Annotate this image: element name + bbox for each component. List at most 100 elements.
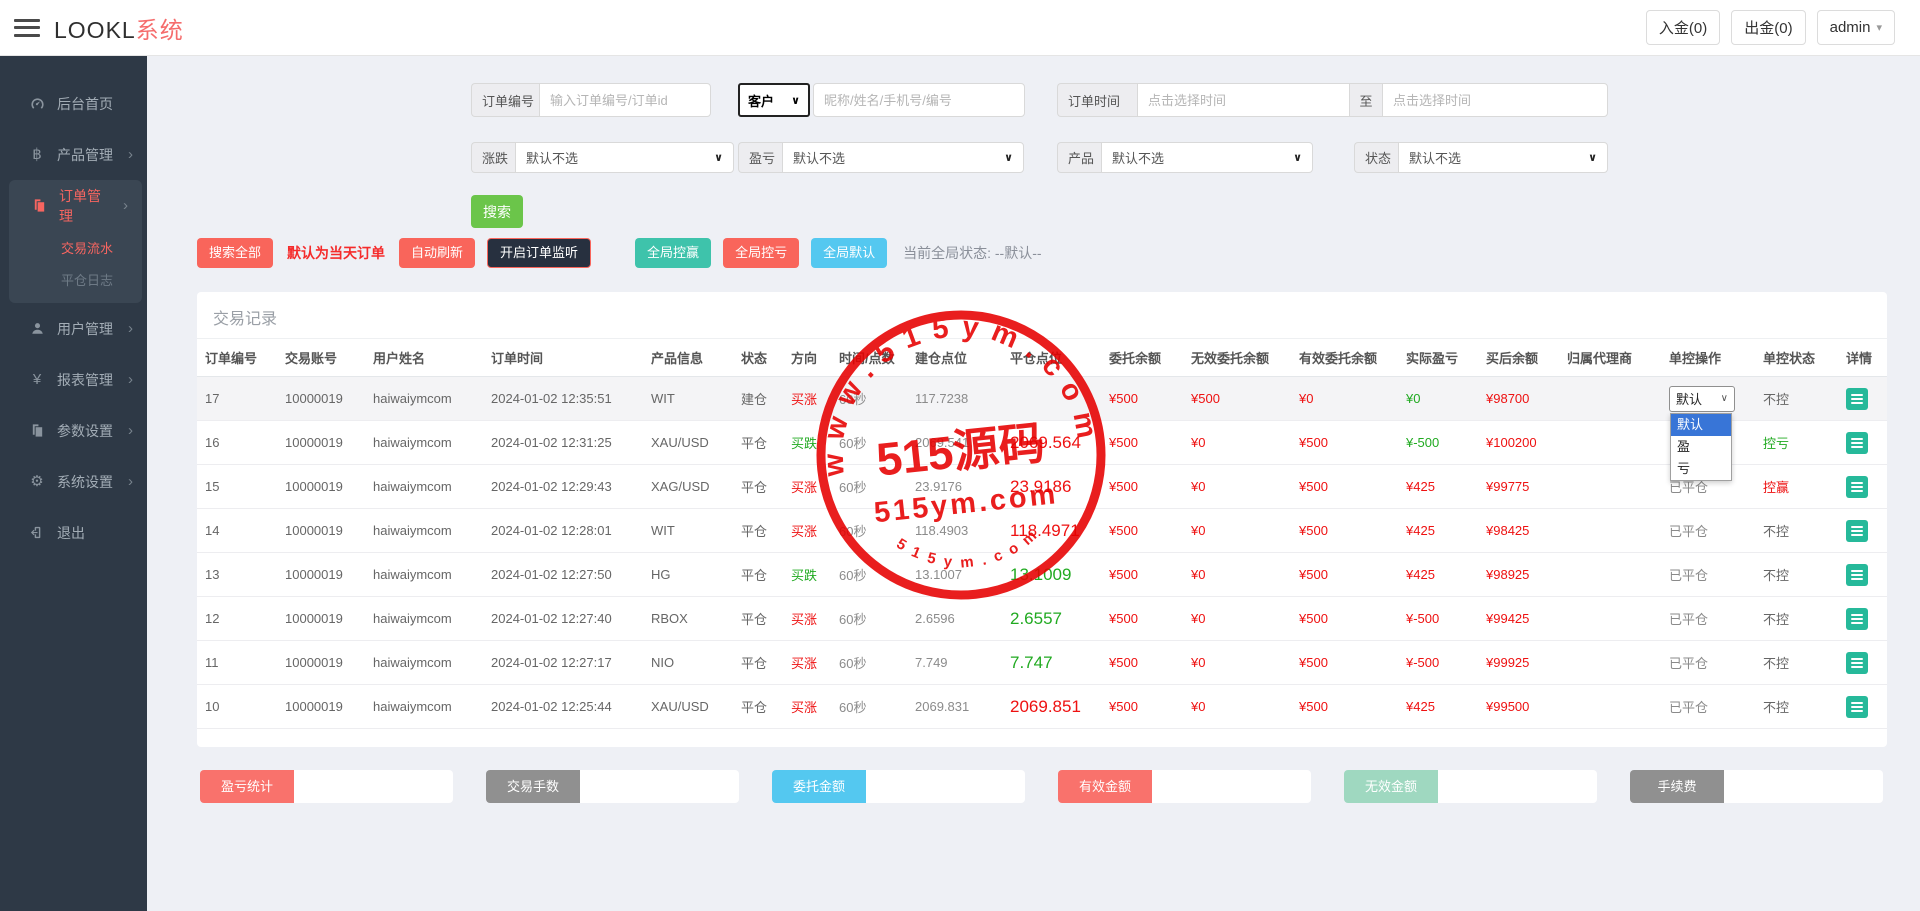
cell-id: 14 [197, 508, 277, 553]
card-title: 交易记录 [213, 311, 278, 328]
stat-value-box-fee [1724, 770, 1883, 803]
cell-detail [1838, 684, 1887, 729]
menu-toggle-icon[interactable] [14, 18, 40, 37]
cell-id: 15 [197, 464, 277, 509]
detail-icon-button[interactable] [1846, 651, 1868, 674]
customer-type-select[interactable]: 客户 ∨ [738, 83, 810, 117]
sidebar-item-logout[interactable]: 退出 [0, 507, 147, 558]
search-button[interactable]: 搜索 [471, 195, 523, 228]
stat-volume: 交易手数 [486, 770, 739, 803]
toolbar-auto-refresh-button[interactable]: 自动刷新 [399, 238, 476, 268]
cell-balance: ¥98425 [1478, 508, 1559, 553]
detail-icon-button[interactable] [1846, 607, 1868, 630]
sidebar-item-order[interactable]: 订单管理 › [9, 180, 142, 231]
control-option[interactable]: 亏 [1671, 458, 1731, 480]
cell-close: 7.747 [1002, 640, 1101, 685]
cell-duration: 60秒 [831, 640, 907, 685]
cell-product: WIT [643, 508, 733, 553]
cell-invalid: ¥0 [1183, 552, 1291, 597]
cell-profit: ¥425 [1398, 464, 1478, 509]
cell-control_state: 不控 [1755, 684, 1838, 729]
cell-close: 2069.851 [1002, 684, 1101, 729]
control-dropdown-menu: 默认盈亏 [1670, 412, 1732, 481]
main-content: 订单编号 客户 ∨ 订单时间 至 涨跌 默认不选 ∨ 盈亏 默认不选 ∨ [147, 56, 1920, 911]
settings-icon: ⚙ [30, 473, 44, 490]
profit-loss-select[interactable]: 默认不选 ∨ [782, 142, 1024, 173]
detail-icon-button[interactable] [1846, 563, 1868, 586]
chevron-right-icon: › [128, 146, 133, 163]
control-select[interactable]: 默认 ∨ [1669, 385, 1735, 412]
detail-icon-button[interactable] [1846, 695, 1868, 718]
detail-icon-button[interactable] [1846, 475, 1868, 498]
status-select[interactable]: 默认不选 ∨ [1398, 142, 1608, 173]
toolbar: 搜索全部 默认为当天订单 自动刷新 开启订单监听 全局控赢 全局控亏 全局默认 当前全局状态… [197, 238, 1042, 268]
customer-input[interactable] [813, 83, 1025, 117]
toolbar-order-listen-button[interactable]: 开启订单监听 [487, 238, 592, 268]
cell-time: 2024-01-02 12:28:01 [483, 508, 643, 553]
product-label: 产品 [1057, 142, 1101, 173]
cell-balance: ¥98925 [1478, 552, 1559, 597]
toolbar-global-win-button[interactable]: 全局控赢 [635, 238, 712, 268]
cell-name: haiwaiymcom [365, 508, 483, 553]
dashboard-icon [28, 96, 46, 111]
column-header: 产品信息 [643, 338, 733, 377]
cell-profit: ¥425 [1398, 508, 1478, 553]
sidebar-item-home[interactable]: 后台首页 [0, 78, 147, 129]
toolbar-today-default-button[interactable]: 默认为当天订单 [285, 238, 387, 268]
cell-status: 平仓 [733, 640, 783, 685]
status-value: 默认不选 [1409, 151, 1462, 166]
toolbar-search-all-button[interactable]: 搜索全部 [197, 238, 274, 268]
detail-icon-button[interactable] [1846, 387, 1868, 410]
sidebar-item-report[interactable]: ¥ 报表管理 › [0, 354, 147, 405]
brand-logo[interactable]: LOOKL系统 [54, 11, 184, 45]
cell-time: 2024-01-02 12:31:25 [483, 420, 643, 465]
sidebar-item-close-log[interactable]: 平仓日志 [9, 263, 142, 295]
control-option[interactable]: 默认 [1671, 413, 1731, 436]
column-header: 实际盈亏 [1398, 338, 1478, 377]
cell-name: haiwaiymcom [365, 684, 483, 729]
cell-status: 平仓 [733, 596, 783, 641]
chevron-down-icon: ∨ [1004, 152, 1013, 164]
cell-agent [1559, 596, 1661, 641]
cell-status: 平仓 [733, 684, 783, 729]
sidebar-item-system[interactable]: ⚙ 系统设置 › [0, 456, 147, 507]
logout-icon [28, 525, 46, 540]
order-no-input[interactable] [539, 83, 711, 117]
cell-direction: 买涨 [783, 508, 831, 553]
cell-agent [1559, 464, 1661, 509]
updown-select[interactable]: 默认不选 ∨ [515, 142, 734, 173]
chevron-down-icon: ∨ [1720, 393, 1728, 404]
column-header: 单控状态 [1755, 338, 1838, 377]
sidebar-item-trade-flow[interactable]: 交易流水 [9, 231, 142, 263]
sidebar-item-product[interactable]: ฿ 产品管理 › [0, 129, 147, 180]
deposit-button[interactable]: 入金(0) [1645, 10, 1721, 45]
time-end-input[interactable] [1382, 83, 1608, 117]
sidebar-item-label: 报表管理 [57, 371, 113, 388]
bitcoin-icon: ฿ [32, 146, 42, 163]
cell-direction: 买跌 [783, 552, 831, 597]
product-value: 默认不选 [1112, 151, 1165, 166]
order-time-label: 订单时间 [1057, 83, 1137, 117]
stat-label-fee: 手续费 [1630, 770, 1724, 803]
toolbar-global-default-button[interactable]: 全局默认 [811, 238, 888, 268]
withdraw-button[interactable]: 出金(0) [1731, 10, 1806, 45]
toolbar-global-lose-button[interactable]: 全局控亏 [723, 238, 800, 268]
cell-entrust: ¥500 [1101, 464, 1183, 509]
sidebar-item-user[interactable]: 用户管理 › [0, 303, 147, 354]
time-start-input[interactable] [1137, 83, 1350, 117]
sidebar-item-params[interactable]: 参数设置 › [0, 405, 147, 456]
cell-product: RBOX [643, 596, 733, 641]
cell-control: 已平仓 [1661, 640, 1755, 685]
product-select[interactable]: 默认不选 ∨ [1101, 142, 1313, 173]
admin-menu-button[interactable]: admin ▾ [1816, 10, 1895, 45]
table-row: 11 10000019 haiwaiymcom 2024-01-02 12:27:17… [197, 640, 1887, 685]
detail-icon-button[interactable] [1846, 431, 1868, 454]
control-option[interactable]: 盈 [1671, 436, 1731, 458]
cell-time: 2024-01-02 12:27:17 [483, 640, 643, 685]
chevron-right-icon: › [128, 320, 133, 337]
cell-name: haiwaiymcom [365, 420, 483, 465]
cell-account: 10000019 [277, 420, 365, 465]
detail-icon-button[interactable] [1846, 519, 1868, 542]
global-status-text: 当前全局状态: --默认-- [903, 245, 1042, 261]
cell-name: haiwaiymcom [365, 640, 483, 685]
